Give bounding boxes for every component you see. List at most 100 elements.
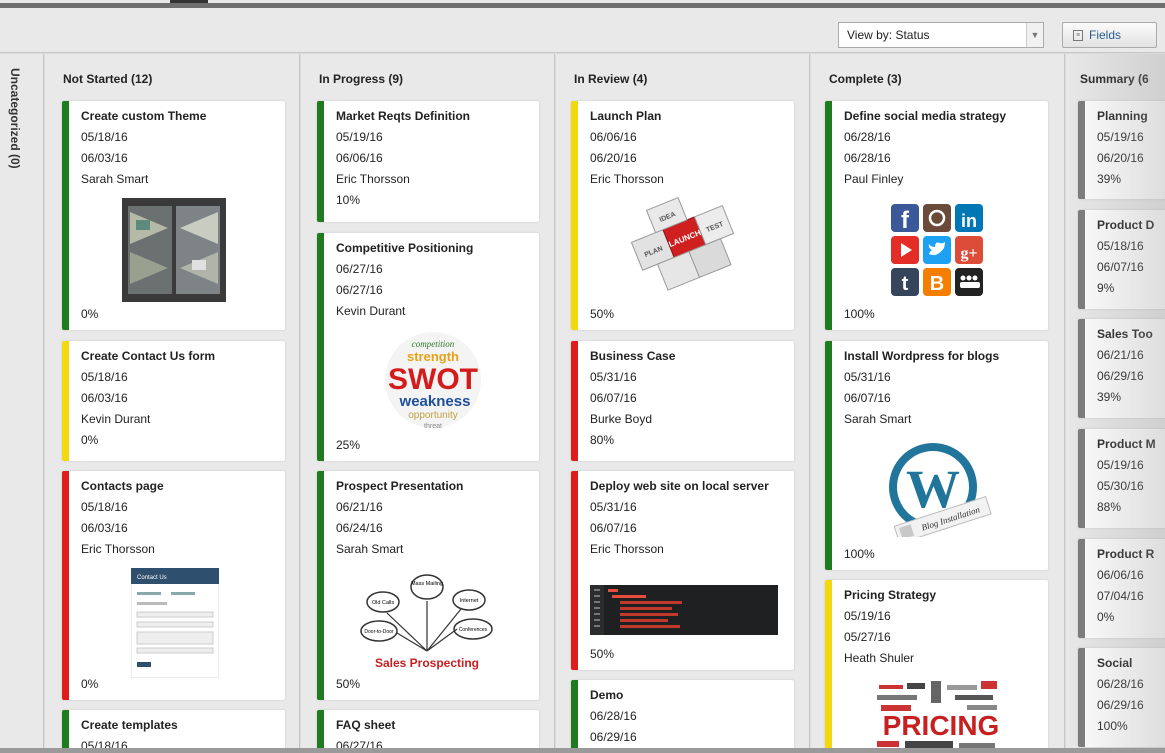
column-title: Complete (3) [829,72,902,86]
card-start-date: 05/19/16 [336,130,383,144]
card-end-date: 06/07/16 [590,521,637,535]
summary-card[interactable]: Social 06/28/16 06/29/16 100% [1078,648,1165,747]
contact-page-thumbnail: Contact Us [131,568,219,678]
card-percent: 100% [844,307,875,321]
card-end-date: 06/20/16 [590,151,637,165]
code-snippet-image [590,585,778,635]
card-end-date: 06/07/16 [844,391,891,405]
card-start-date: 05/31/16 [590,370,637,384]
card-start-date: 05/18/16 [81,130,128,144]
card-end-date: 06/03/16 [81,521,128,535]
summary-card[interactable]: Product R 06/06/16 07/04/16 0% [1078,539,1165,638]
sales-prospecting-image: Mass Mailing Old Calls Internet Conferen… [357,567,497,673]
card-percent: 50% [336,677,361,691]
card-owner: Eric Thorsson [590,542,664,556]
task-card[interactable]: Launch Plan 06/06/16 06/20/16 Eric Thors… [571,101,794,330]
uncategorized-lane[interactable]: Uncategorized (0) [0,54,44,753]
view-by-select[interactable]: View by: Status ▼ [838,22,1044,48]
task-card[interactable]: Pricing Strategy 05/19/16 05/27/16 Heath… [825,580,1048,753]
column-title: In Progress (9) [319,72,404,86]
card-end-date: 06/24/16 [336,521,383,535]
task-card[interactable]: Business Case 05/31/16 06/07/16 Burke Bo… [571,341,794,461]
swot-word: weakness [399,393,471,410]
swot-wordcloud-image: competition strength SWOT weakness oppor… [385,332,481,430]
task-card[interactable]: Create custom Theme 05/18/16 06/03/16 Sa… [62,101,285,330]
task-card[interactable]: Prospect Presentation 06/21/16 06/24/16 … [317,471,539,700]
task-card[interactable]: Demo 06/28/16 06/29/16 [571,680,794,753]
swot-word: SWOT [388,363,478,396]
card-start-date: 06/06/16 [590,130,637,144]
card-percent: 0% [81,307,99,321]
task-card[interactable]: Contacts page 05/18/16 06/03/16 Eric Tho… [62,471,285,700]
theme-thumbnail [122,198,226,302]
card-title: Create custom Theme [81,109,207,123]
card-title: Install Wordpress for blogs [844,349,1000,363]
card-title: Contacts page [81,479,164,493]
card-percent: 0% [81,433,99,447]
thumb-header-text: Contact Us [137,575,167,581]
swot-word: threat [424,423,442,430]
task-card[interactable]: Market Reqts Definition 05/19/16 06/06/1… [317,101,539,222]
task-card[interactable]: Define social media strategy 06/28/16 06… [825,101,1048,330]
card-percent: 9% [1097,281,1115,295]
card-start-date: 06/06/16 [1097,568,1144,582]
task-card[interactable]: Competitive Positioning 06/27/16 06/27/1… [317,233,539,461]
card-title: Create templates [81,718,178,732]
summary-card[interactable]: Planning 05/19/16 06/20/16 39% [1078,101,1165,199]
instagram-icon [923,204,951,232]
card-percent: 0% [81,677,99,691]
card-title: Product R [1097,547,1155,561]
swot-word: strength [407,349,459,364]
card-title: Product M [1097,437,1156,451]
card-start-date: 05/19/16 [1097,458,1144,472]
prospect-word: Old Calls [372,600,395,606]
task-card[interactable]: Deploy web site on local server 05/31/16… [571,471,794,670]
card-owner: Eric Thorsson [81,542,155,556]
card-start-date: 05/18/16 [81,500,128,514]
prospect-word: Sales Prospecting [375,656,479,670]
card-owner: Paul Finley [844,172,904,186]
task-card[interactable]: Create templates 05/18/16 [62,710,285,753]
prospect-word: Door-to-Door [364,629,394,635]
card-end-date: 05/30/16 [1097,479,1144,493]
card-end-date: 05/27/16 [844,630,891,644]
pricing-word: PRICING [883,710,1000,741]
card-title: Social [1097,656,1133,670]
card-end-date: 06/03/16 [81,391,128,405]
column-title: Summary (6 [1080,72,1149,86]
card-title: Demo [590,688,624,702]
card-percent: 25% [336,438,361,452]
card-percent: 100% [844,547,875,561]
column-complete: Complete (3) Define social media strateg… [811,54,1065,753]
card-percent: 88% [1097,500,1122,514]
task-card[interactable]: Install Wordpress for blogs 05/31/16 06/… [825,341,1048,570]
card-owner: Heath Shuler [844,651,915,665]
summary-card[interactable]: Sales Too 06/21/16 06/29/16 39% [1078,319,1165,418]
card-end-date: 06/03/16 [81,151,128,165]
card-percent: 100% [1097,719,1128,733]
summary-card[interactable]: Product M 05/19/16 05/30/16 88% [1078,429,1165,528]
wordpress-logo-image: W Blog Installation [889,443,992,537]
view-by-value: View by: Status [847,28,930,42]
card-start-date: 06/21/16 [336,500,383,514]
card-percent: 50% [590,307,615,321]
prospect-word: Conferences [459,627,488,633]
task-card[interactable]: Create Contact Us form 05/18/16 06/03/16… [62,341,285,461]
horizontal-scrollbar[interactable] [0,748,1165,753]
card-owner: Eric Thorsson [590,172,664,186]
card-percent: 39% [1097,390,1122,404]
card-title: Define social media strategy [844,109,1007,123]
card-title: Product D [1097,218,1155,232]
card-percent: 50% [590,647,615,661]
card-end-date: 06/06/16 [336,151,383,165]
column-not-started: Not Started (12) Create custom Theme 05/… [45,54,300,753]
fields-button[interactable]: ≡ Fields [1062,22,1157,48]
summary-card[interactable]: Product D 05/18/16 06/07/16 9% [1078,210,1165,309]
card-percent: 39% [1097,172,1122,186]
fields-button-label: Fields [1089,28,1122,42]
column-in-progress: In Progress (9) Market Reqts Definition … [301,54,555,753]
task-card[interactable]: FAQ sheet 06/27/16 [317,710,539,753]
chevron-down-icon[interactable]: ▼ [1026,23,1043,47]
svg-text:in: in [961,211,977,231]
prospect-word: Mass Mailing [411,581,443,587]
